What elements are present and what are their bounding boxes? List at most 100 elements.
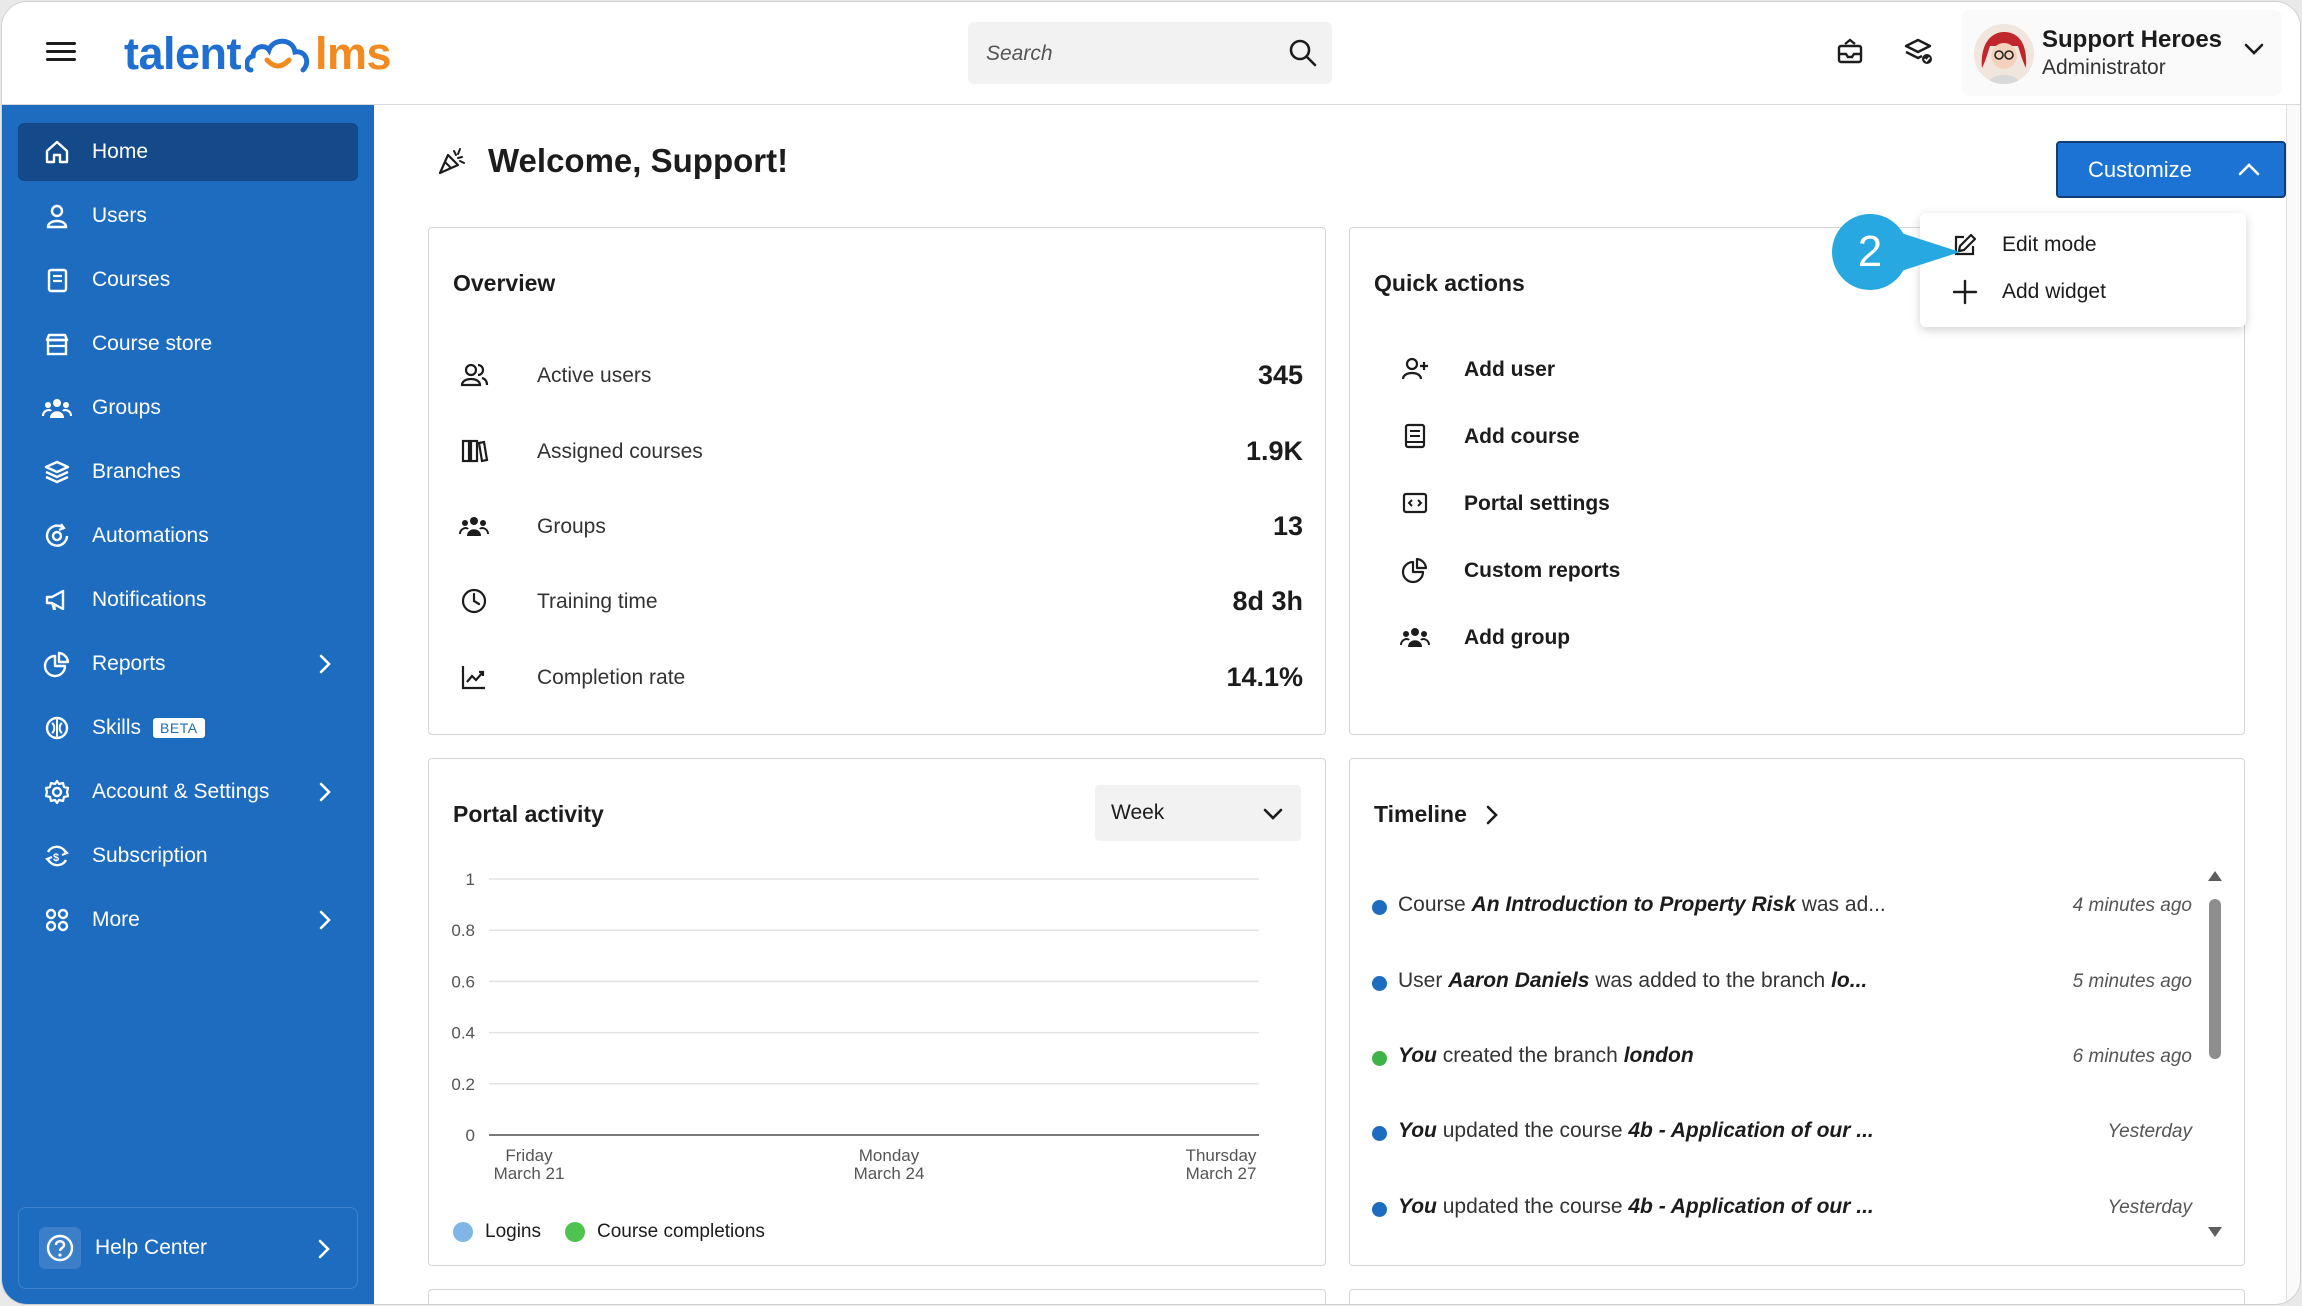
x-tick-label: March 24 (854, 1164, 925, 1183)
logo-text-lms: lms (315, 28, 392, 79)
groups-icon (1400, 628, 1430, 647)
timeline-entry[interactable]: You updated the course 4b - Application … (1372, 1111, 2192, 1151)
chevron-right-icon (1486, 805, 1498, 824)
customize-label: Customize (2088, 156, 2192, 182)
books-icon (461, 439, 489, 463)
page-scrollbar[interactable] (2286, 105, 2300, 1304)
customize-dropdown-menu: Edit mode Add widget (1920, 213, 2246, 327)
scrollbar-thumb[interactable] (2209, 899, 2221, 1059)
inbox-icon[interactable] (1834, 36, 1866, 68)
timeline-scrollbar[interactable] (2204, 869, 2226, 1239)
search-input[interactable]: Search (968, 22, 1332, 84)
overview-row: Completion rate 14.1% (453, 656, 1303, 696)
layers-icon (42, 457, 72, 487)
quick-action-add-course[interactable]: Add course (1400, 417, 1900, 457)
timeline-dot (1372, 1126, 1387, 1141)
svg-text:$: $ (53, 852, 59, 864)
book-icon (1404, 423, 1426, 449)
timeline-dot (1372, 1202, 1387, 1217)
sidebar-item-label: Courses (92, 268, 171, 291)
user-profile-menu[interactable]: Support Heroes Administrator (1962, 10, 2282, 96)
hamburger-menu-icon[interactable] (46, 38, 76, 68)
sidebar-item-label: Account & Settings (92, 780, 270, 803)
timeline-time: Yesterday (2107, 1197, 2193, 1218)
chart-legend: Logins Course completions (453, 1221, 765, 1243)
overview-label: Training time (537, 590, 658, 613)
layers-check-icon[interactable] (1902, 36, 1934, 68)
sidebar-item-label: Reports (92, 652, 166, 675)
scroll-up-arrow-icon[interactable] (2207, 869, 2223, 883)
user-role: Administrator (2042, 56, 2166, 79)
x-tick-label: Thursday (1186, 1146, 1257, 1165)
step-badge: 2 (1832, 214, 1908, 290)
y-tick-label: 0.4 (451, 1024, 475, 1043)
timeline-entry-text: Course An Introduction to Property Risk … (1398, 893, 1886, 916)
overview-label: Groups (537, 515, 606, 538)
quick-actions-title: Quick actions (1374, 270, 1525, 296)
pie-chart-icon (1401, 557, 1428, 584)
y-tick-label: 0.6 (451, 972, 475, 991)
gear-icon (42, 777, 72, 807)
sidebar-item-branches[interactable]: Branches (18, 443, 358, 501)
sidebar-item-label: Notifications (92, 588, 207, 611)
sidebar-item-users[interactable]: Users (18, 187, 358, 245)
trend-icon (461, 666, 485, 690)
chevron-right-icon (319, 910, 331, 930)
overview-label: Completion rate (537, 666, 686, 689)
clock-icon (461, 588, 487, 614)
sidebar-item-course-store[interactable]: Course store (18, 315, 358, 373)
quick-action-label: Portal settings (1464, 492, 1610, 515)
sidebar-item-notifications[interactable]: Notifications (18, 571, 358, 629)
scroll-down-arrow-icon[interactable] (2207, 1225, 2223, 1239)
quick-action-custom-reports[interactable]: Custom reports (1400, 551, 1900, 591)
overview-row: Groups 13 (453, 505, 1303, 545)
customize-button[interactable]: Customize (2056, 141, 2286, 198)
timeline-entry[interactable]: You updated the course 4b - Application … (1372, 1187, 2192, 1227)
quick-action-portal-settings[interactable]: Portal settings (1400, 484, 1900, 524)
timeline-entry-text: User Aaron Daniels was added to the bran… (1398, 969, 1868, 992)
y-tick-label: 0.2 (451, 1075, 475, 1094)
sidebar-item-label: Course store (92, 332, 213, 355)
timeline-entry-text: You updated the course 4b - Application … (1398, 1119, 1874, 1142)
timeline-entry[interactable]: Course An Introduction to Property Risk … (1372, 885, 2192, 925)
timeline-title-link[interactable]: Timeline (1374, 801, 1499, 828)
timeline-entry[interactable]: User Aaron Daniels was added to the bran… (1372, 961, 2192, 1001)
search-icon[interactable] (1288, 38, 1318, 68)
subscription-icon: $ (42, 841, 72, 871)
search-placeholder: Search (986, 42, 1053, 65)
sidebar-item-courses[interactable]: Courses (18, 251, 358, 309)
timeline-entry-text: You updated the course 4b - Application … (1398, 1195, 1874, 1218)
menu-item-edit-mode[interactable]: Edit mode (1950, 225, 2230, 265)
sidebar-item-subscription[interactable]: $ Subscription (18, 827, 358, 885)
menu-item-add-widget[interactable]: Add widget (1950, 272, 2230, 312)
sidebar-item-groups[interactable]: Groups (18, 379, 358, 437)
period-select-value: Week (1111, 801, 1165, 824)
sidebar-item-home[interactable]: Home (18, 123, 358, 181)
welcome-heading: Welcome, Support! (436, 142, 788, 180)
sidebar-item-label: Skills (92, 716, 142, 739)
quick-action-add-group[interactable]: Add group (1400, 618, 1900, 658)
plus-icon (1950, 277, 1980, 307)
sidebar-item-automations[interactable]: Automations (18, 507, 358, 565)
brain-icon (42, 713, 72, 743)
x-tick-label: March 27 (1186, 1164, 1257, 1183)
user-icon (42, 201, 72, 231)
sidebar-item-label: Groups (92, 396, 161, 419)
overview-card: Overview Active users 345 Assigned cours… (428, 227, 1326, 735)
sidebar-item-reports[interactable]: Reports (18, 635, 358, 693)
y-tick-label: 1 (466, 870, 475, 889)
quick-action-label: Add user (1464, 358, 1556, 381)
chevron-down-icon (1263, 808, 1283, 820)
sidebar-item-more[interactable]: More (18, 891, 358, 949)
quick-action-add-user[interactable]: Add user (1400, 350, 1900, 390)
sidebar-item-skills[interactable]: Skills BETA (18, 699, 358, 757)
talentlms-logo[interactable]: talent lms (124, 24, 392, 84)
help-center-button[interactable]: Help Center (18, 1207, 358, 1289)
timeline-entry[interactable]: You created the branch london 6 minutes … (1372, 1036, 2192, 1076)
timeline-entry-text: You created the branch london (1398, 1044, 1694, 1067)
timeline-dot (1372, 976, 1387, 991)
overview-row: Assigned courses 1.9K (453, 430, 1303, 470)
timeline-dot (1372, 1051, 1387, 1066)
period-select[interactable]: Week (1095, 785, 1301, 841)
sidebar-item-account-settings[interactable]: Account & Settings (18, 763, 358, 821)
